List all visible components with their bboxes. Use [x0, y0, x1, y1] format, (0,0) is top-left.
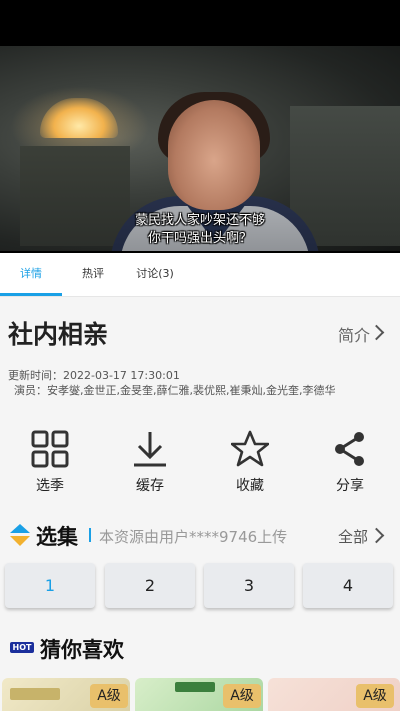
- episodes-section-icon: [10, 524, 30, 546]
- recommend-card-1[interactable]: A级: [2, 678, 130, 711]
- grade-badge: A级: [223, 684, 261, 708]
- page-title: 社内相亲: [8, 320, 109, 349]
- episode-button-3[interactable]: 3: [204, 563, 294, 608]
- chevron-right-icon[interactable]: [368, 527, 385, 544]
- page: 蒙民找人家吵架还不够 你干吗强出头啊？ 详情 热评 讨论(3) 社内相亲 简介 …: [0, 0, 400, 711]
- episodes-title: 选集: [36, 525, 78, 549]
- video-player[interactable]: 蒙民找人家吵架还不够 你干吗强出头啊？: [0, 0, 400, 253]
- hot-badge: HOT: [10, 642, 34, 653]
- grade-badge: A级: [90, 684, 128, 708]
- download-label: 缓存: [136, 478, 164, 494]
- person-face: [168, 100, 260, 210]
- subtitle-line-2: 你干吗强出头啊？: [147, 231, 252, 246]
- share-button[interactable]: 分享: [310, 426, 390, 506]
- episode-button-4[interactable]: 4: [303, 563, 393, 608]
- recommend-card-3[interactable]: A级: [268, 678, 400, 711]
- grade-badge: A级: [356, 684, 394, 708]
- intro-button[interactable]: 简介: [338, 322, 370, 346]
- grid-icon: [31, 430, 69, 468]
- share-label: 分享: [336, 478, 364, 494]
- download-icon: [134, 432, 166, 467]
- all-episodes-button[interactable]: 全部: [338, 526, 368, 547]
- share-icon: [335, 432, 364, 466]
- favorite-button[interactable]: 收藏: [210, 426, 290, 506]
- episode-button-2[interactable]: 2: [105, 563, 195, 608]
- episode-button-1[interactable]: 1: [5, 563, 95, 608]
- tab-discussion[interactable]: 讨论(3): [124, 253, 186, 297]
- divider: [89, 528, 91, 542]
- recommend-card-2[interactable]: A级: [135, 678, 263, 711]
- tab-hot-comments[interactable]: 热评: [62, 253, 124, 297]
- select-season-label: 选季: [36, 478, 64, 494]
- chevron-right-icon[interactable]: [368, 324, 385, 341]
- subtitle-line-1: 蒙民找人家吵架还不够: [134, 213, 265, 228]
- update-time: 更新时间：2022-03-17 17:30:01: [8, 369, 180, 382]
- star-icon: [231, 430, 269, 467]
- uploader-note: 本资源由用户****9746上传: [99, 528, 288, 546]
- poster-art: [10, 688, 60, 700]
- tab-bar: 详情 热评 讨论(3): [0, 253, 400, 297]
- download-button[interactable]: 缓存: [110, 426, 190, 506]
- select-season-button[interactable]: 选季: [10, 426, 90, 506]
- poster-art: [175, 682, 215, 692]
- favorite-label: 收藏: [236, 478, 264, 494]
- cast-list: 演员：安孝燮,金世正,金旻奎,薛仁雅,裴优熙,崔秉灿,金光奎,李德华: [14, 384, 336, 397]
- tab-details[interactable]: 详情: [0, 253, 62, 297]
- tab-active-indicator: [0, 293, 62, 296]
- recommend-title: 猜你喜欢: [40, 638, 124, 662]
